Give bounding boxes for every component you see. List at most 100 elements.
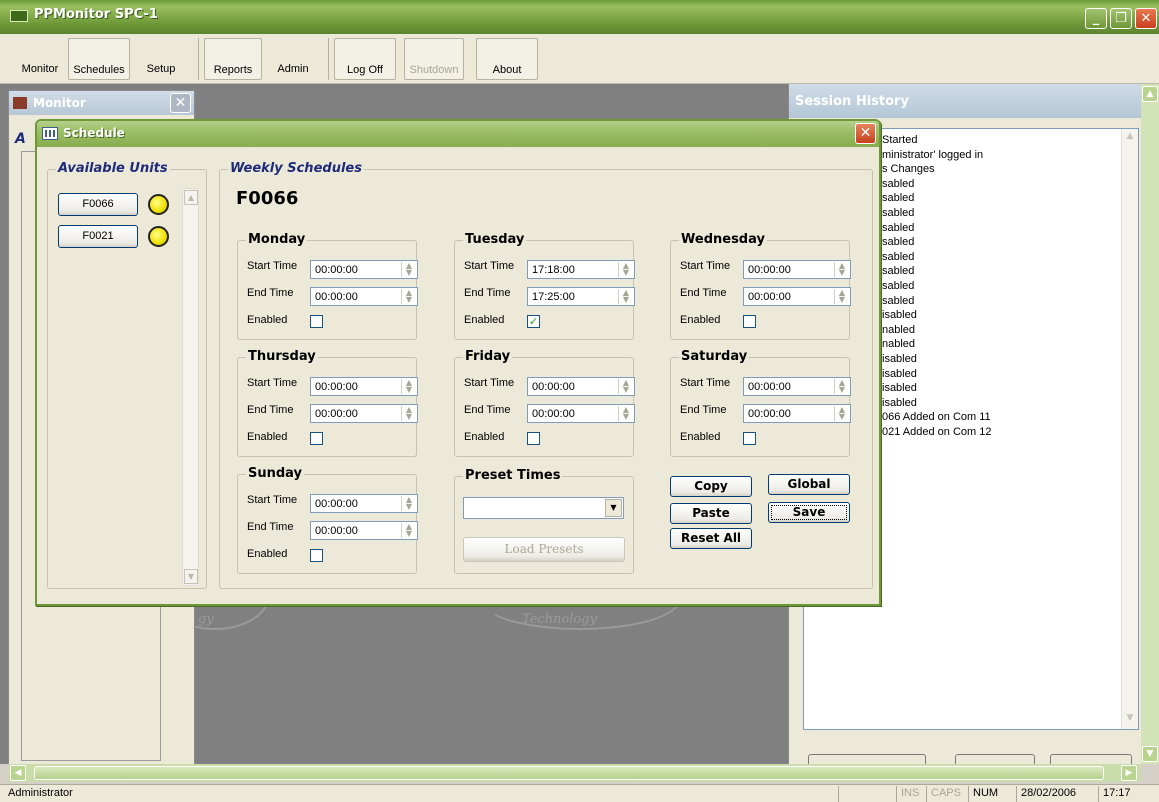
app-title-bar[interactable]: PPMonitor SPC-1 _ ❐ ✕ [0,0,1159,34]
start-time-field[interactable]: 17:18:00 ▲ ▼ [527,260,635,279]
enabled-label: Enabled [247,548,288,560]
scroll-down-icon[interactable]: ▼ [1123,713,1137,727]
available-units-group: Available Units F0066 F0021 ▲ ▼ [47,161,207,589]
weekly-schedules-label: Weekly Schedules [228,161,364,176]
end-time-label: End Time [464,287,511,299]
spinner-icon[interactable]: ▲ ▼ [618,379,633,394]
enabled-label: Enabled [464,431,505,443]
session-log-scrollbar[interactable]: ▲ ▼ [1121,129,1138,729]
end-time-field[interactable]: 17:25:00 ▲ ▼ [527,287,635,306]
unit-button[interactable]: F0066 [58,193,138,216]
spinner-icon[interactable]: ▲ ▼ [618,406,633,421]
monitor-title-bar[interactable]: Monitor ✕ [9,91,194,115]
spinner-icon[interactable]: ▲ ▼ [401,496,416,511]
status-led-icon [148,226,169,247]
start-time-field[interactable]: 00:00:00 ▲ ▼ [743,260,851,279]
toolbar-logoff[interactable]: Log Off [334,38,396,80]
scrollbar-thumb[interactable] [34,766,1104,780]
unit-button[interactable]: F0021 [58,225,138,248]
reset-all-button[interactable]: Reset All [670,528,752,549]
scroll-down-icon[interactable]: ▼ [1142,746,1158,762]
toolbar-setup[interactable]: Setup [138,38,184,80]
spinner-icon[interactable]: ▲ ▼ [401,523,416,538]
schedule-title-bar[interactable]: Schedule ✕ [37,121,879,147]
start-time-field[interactable]: 00:00:00 ▲ ▼ [527,377,635,396]
start-time-field[interactable]: 00:00:00 ▲ ▼ [310,377,418,396]
spinner-icon[interactable]: ▲ ▼ [401,379,416,394]
enabled-checkbox[interactable] [527,432,540,445]
day-label: Thursday [246,349,318,364]
calendar-icon [42,127,58,140]
scroll-up-icon[interactable]: ▲ [184,190,198,205]
spinner-icon[interactable]: ▲ ▼ [618,289,633,304]
start-time-field[interactable]: 00:00:00 ▲ ▼ [310,494,418,513]
enabled-checkbox[interactable] [310,549,323,562]
load-presets-button[interactable]: Load Presets [463,537,625,562]
schedule-close-button[interactable]: ✕ [855,123,876,144]
status-caps: CAPS [926,786,965,802]
end-time-field[interactable]: 00:00:00 ▲ ▼ [527,404,635,423]
preset-times-label: Preset Times [463,468,563,483]
toolbar-reports[interactable]: Reports [204,38,262,80]
spinner-icon[interactable]: ▲ ▼ [401,406,416,421]
day-label: Tuesday [463,232,527,247]
enabled-checkbox[interactable] [743,432,756,445]
minimize-button[interactable]: _ [1085,8,1107,29]
app-title: PPMonitor SPC-1 [34,7,158,22]
start-time-field[interactable]: 00:00:00 ▲ ▼ [743,377,851,396]
units-scrollbar[interactable]: ▲ ▼ [182,188,199,586]
enabled-label: Enabled [680,431,721,443]
preset-times-select[interactable]: ▼ [463,497,624,519]
toolbar-schedules[interactable]: Schedules [68,38,130,80]
end-time-value: 00:00:00 [315,291,358,303]
spinner-icon[interactable]: ▲ ▼ [618,262,633,277]
copy-button[interactable]: Copy [670,476,752,497]
start-time-value: 00:00:00 [748,381,791,393]
enabled-label: Enabled [247,314,288,326]
scroll-left-icon[interactable]: ◀ [10,765,26,781]
status-user: Administrator [8,787,73,799]
spinner-icon[interactable]: ▲ ▼ [834,289,849,304]
global-button[interactable]: Global [768,474,850,495]
monitor-heading: A [15,131,26,147]
close-button[interactable]: ✕ [1135,8,1157,29]
toolbar-about[interactable]: About [476,38,538,80]
schedule-title: Schedule [63,126,125,140]
toolbar-shutdown[interactable]: Shutdown [404,38,464,80]
scroll-up-icon[interactable]: ▲ [1123,131,1137,145]
weekly-schedules-group: Weekly Schedules F0066 Monday Start Time… [219,161,873,589]
scroll-right-icon[interactable]: ▶ [1121,765,1137,781]
spinner-icon[interactable]: ▲ ▼ [401,262,416,277]
session-history-title-bar[interactable]: Session History [789,84,1159,118]
toolbar-monitor[interactable]: Monitor [16,38,64,80]
toolbar-admin[interactable]: Admin [268,38,318,80]
available-units-label: Available Units [56,161,170,176]
enabled-checkbox[interactable]: ✓ [527,315,540,328]
end-time-field[interactable]: 00:00:00 ▲ ▼ [743,404,851,423]
paste-button[interactable]: Paste [670,503,752,524]
restore-button[interactable]: ❐ [1110,8,1132,29]
day-label: Sunday [246,466,305,481]
start-time-field[interactable]: 00:00:00 ▲ ▼ [310,260,418,279]
save-button[interactable]: Save [768,502,850,523]
end-time-label: End Time [247,404,294,416]
toolbar-separator [198,38,199,80]
spinner-icon[interactable]: ▲ ▼ [401,289,416,304]
enabled-checkbox[interactable] [743,315,756,328]
enabled-checkbox[interactable] [310,315,323,328]
end-time-field[interactable]: 00:00:00 ▲ ▼ [743,287,851,306]
spinner-icon[interactable]: ▲ ▼ [834,262,849,277]
end-time-field[interactable]: 00:00:00 ▲ ▼ [310,404,418,423]
spinner-icon[interactable]: ▲ ▼ [834,379,849,394]
enabled-checkbox[interactable] [310,432,323,445]
spinner-icon[interactable]: ▲ ▼ [834,406,849,421]
scroll-up-icon[interactable]: ▲ [1142,86,1158,102]
chevron-down-icon[interactable]: ▼ [605,499,622,517]
session-window-scrollbar[interactable]: ▲ ▼ [1141,84,1159,764]
end-time-field[interactable]: 00:00:00 ▲ ▼ [310,521,418,540]
scroll-down-icon[interactable]: ▼ [184,569,198,584]
status-time: 17:17 [1098,786,1135,802]
end-time-field[interactable]: 00:00:00 ▲ ▼ [310,287,418,306]
workspace-hscrollbar[interactable]: ◀ ▶ [8,764,1141,782]
monitor-close-button[interactable]: ✕ [170,93,191,113]
